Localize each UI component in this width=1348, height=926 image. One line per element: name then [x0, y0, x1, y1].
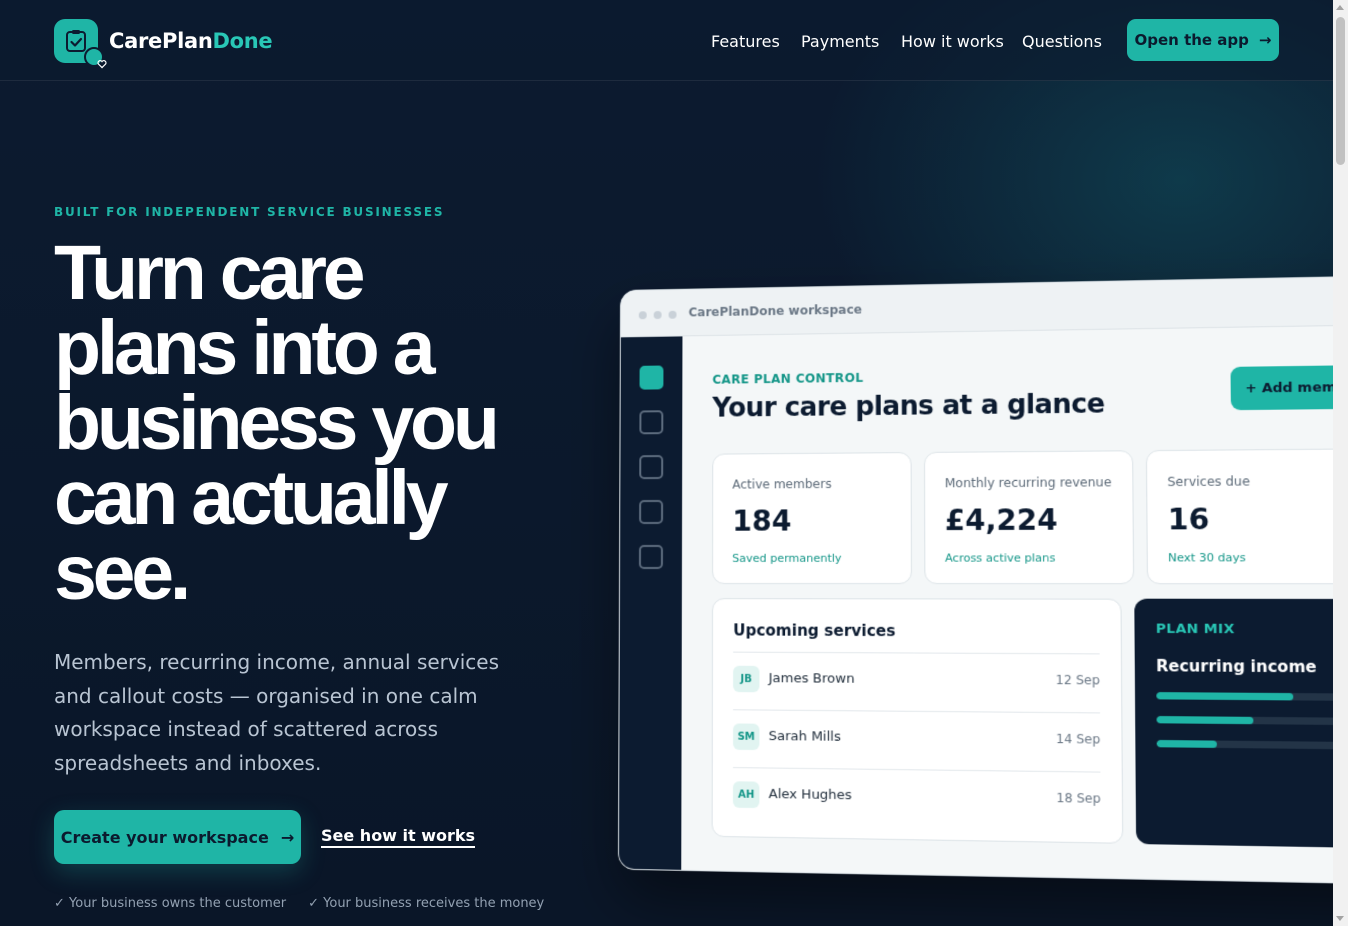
plan-mix-bar-fill [1156, 716, 1254, 725]
create-workspace-button[interactable]: Create your workspace → [54, 810, 301, 864]
service-date: 18 Sep [1056, 790, 1101, 806]
plan-mix-bar [1156, 716, 1333, 726]
stat-card-mrr: Monthly recurring revenue £4,224 Across … [923, 450, 1135, 585]
site-header: CarePlanDone Features Payments How it wo… [0, 0, 1333, 81]
add-member-button[interactable]: + Add member [1230, 364, 1333, 411]
see-how-it-works-link[interactable]: See how it works [321, 826, 476, 848]
sidebar-item[interactable] [639, 455, 664, 480]
headline-line: Turn care [54, 230, 366, 316]
open-app-button[interactable]: Open the app → [1127, 19, 1279, 61]
avatar: AH [732, 781, 760, 809]
list-item[interactable]: JB James Brown 12 Sep [733, 651, 1101, 713]
open-app-label: Open the app [1134, 31, 1249, 49]
service-date: 14 Sep [1056, 731, 1101, 747]
sidebar-item[interactable] [639, 410, 664, 435]
list-item[interactable]: SM Sarah Mills 14 Sep [733, 709, 1101, 772]
workspace-preview-window: CarePlanDone workspace CARE PLAN CONTROL… [617, 275, 1333, 885]
trust-checks: ✓ Your business owns the customer ✓ Your… [54, 896, 544, 911]
plan-mix-card: PLAN MIX Recurring income [1134, 598, 1333, 849]
page: CarePlanDone Features Payments How it wo… [0, 0, 1333, 926]
stat-card-active-members: Active members 184 Saved permanently [712, 452, 912, 585]
sidebar-item[interactable] [639, 499, 664, 525]
headline-line: plans into a [54, 305, 436, 391]
upcoming-title: Upcoming services [733, 621, 896, 641]
plan-mix-bar [1156, 692, 1333, 701]
stat-note: Next 30 days [1167, 550, 1246, 565]
member-name: Sarah Mills [768, 728, 841, 745]
nav-questions[interactable]: Questions [1022, 32, 1102, 51]
workspace-sidebar [618, 336, 683, 880]
nav-how-it-works[interactable]: How it works [901, 32, 1004, 51]
plan-mix-bar-fill [1156, 692, 1293, 701]
check-item: ✓ Your business receives the money [308, 896, 545, 911]
scroll-thumb[interactable] [1336, 17, 1345, 165]
avatar: SM [733, 723, 760, 751]
clipboard-check-icon [54, 19, 107, 69]
hero-subtext: Members, recurring income, annual servic… [54, 650, 500, 775]
member-name: James Brown [768, 671, 855, 687]
stat-value: 16 [1167, 502, 1210, 537]
stat-label: Monthly recurring revenue [944, 475, 1112, 491]
workspace-content: CARE PLAN CONTROL Your care plans at a g… [681, 325, 1333, 884]
stat-note: Saved permanently [732, 551, 842, 565]
stat-label: Active members [732, 476, 832, 492]
service-date: 12 Sep [1055, 672, 1100, 688]
scroll-up-arrow-icon[interactable] [1336, 5, 1344, 10]
nav-payments[interactable]: Payments [801, 32, 879, 51]
brand-name: CarePlanDone [109, 29, 273, 53]
window-title: CarePlanDone workspace [688, 302, 862, 320]
brand-name-part2: Done [212, 29, 273, 53]
plan-mix-bar-fill [1156, 739, 1218, 748]
scroll-down-arrow-icon[interactable] [1336, 916, 1344, 921]
window-dots [638, 310, 677, 320]
check-item: ✓ Your business owns the customer [54, 896, 287, 911]
plan-mix-bar [1156, 739, 1333, 750]
sidebar-item-active[interactable] [639, 365, 664, 390]
headline-line: business you [54, 380, 500, 466]
headline-line: see. [54, 530, 191, 616]
create-workspace-label: Create your workspace [60, 827, 269, 847]
stat-note: Across active plans [944, 551, 1056, 565]
list-item[interactable]: AH Alex Hughes 18 Sep [732, 767, 1101, 831]
upcoming-services-card: Upcoming services JB James Brown 12 Sep … [711, 598, 1124, 844]
avatar: JB [733, 665, 760, 693]
workspace-eyebrow: CARE PLAN CONTROL [712, 370, 864, 387]
plan-mix-eyebrow: PLAN MIX [1155, 621, 1235, 638]
page-scrollbar[interactable] [1333, 0, 1348, 926]
hero-eyebrow: BUILT FOR INDEPENDENT SERVICE BUSINESSES [54, 205, 445, 219]
headline-line: can actually [54, 455, 449, 541]
stat-value: 184 [732, 504, 792, 538]
workspace-title: Your care plans at a glance [712, 389, 1105, 424]
stat-label: Services due [1167, 474, 1250, 490]
stat-value: £4,224 [944, 503, 1058, 538]
arrow-right-icon: → [1258, 31, 1272, 49]
brand-name-part1: CarePlan [109, 29, 213, 53]
brand-logo[interactable]: CarePlanDone [54, 19, 273, 69]
plan-mix-title: Recurring income [1156, 656, 1317, 677]
hero-headline: Turn care plans into a business you can … [54, 230, 574, 616]
nav-features[interactable]: Features [711, 32, 780, 51]
member-name: Alex Hughes [768, 786, 852, 804]
arrow-right-icon: → [280, 827, 295, 847]
heart-icon [84, 47, 107, 69]
stat-card-services-due: Services due 16 Next 30 days [1145, 448, 1333, 585]
sidebar-item[interactable] [638, 544, 663, 569]
